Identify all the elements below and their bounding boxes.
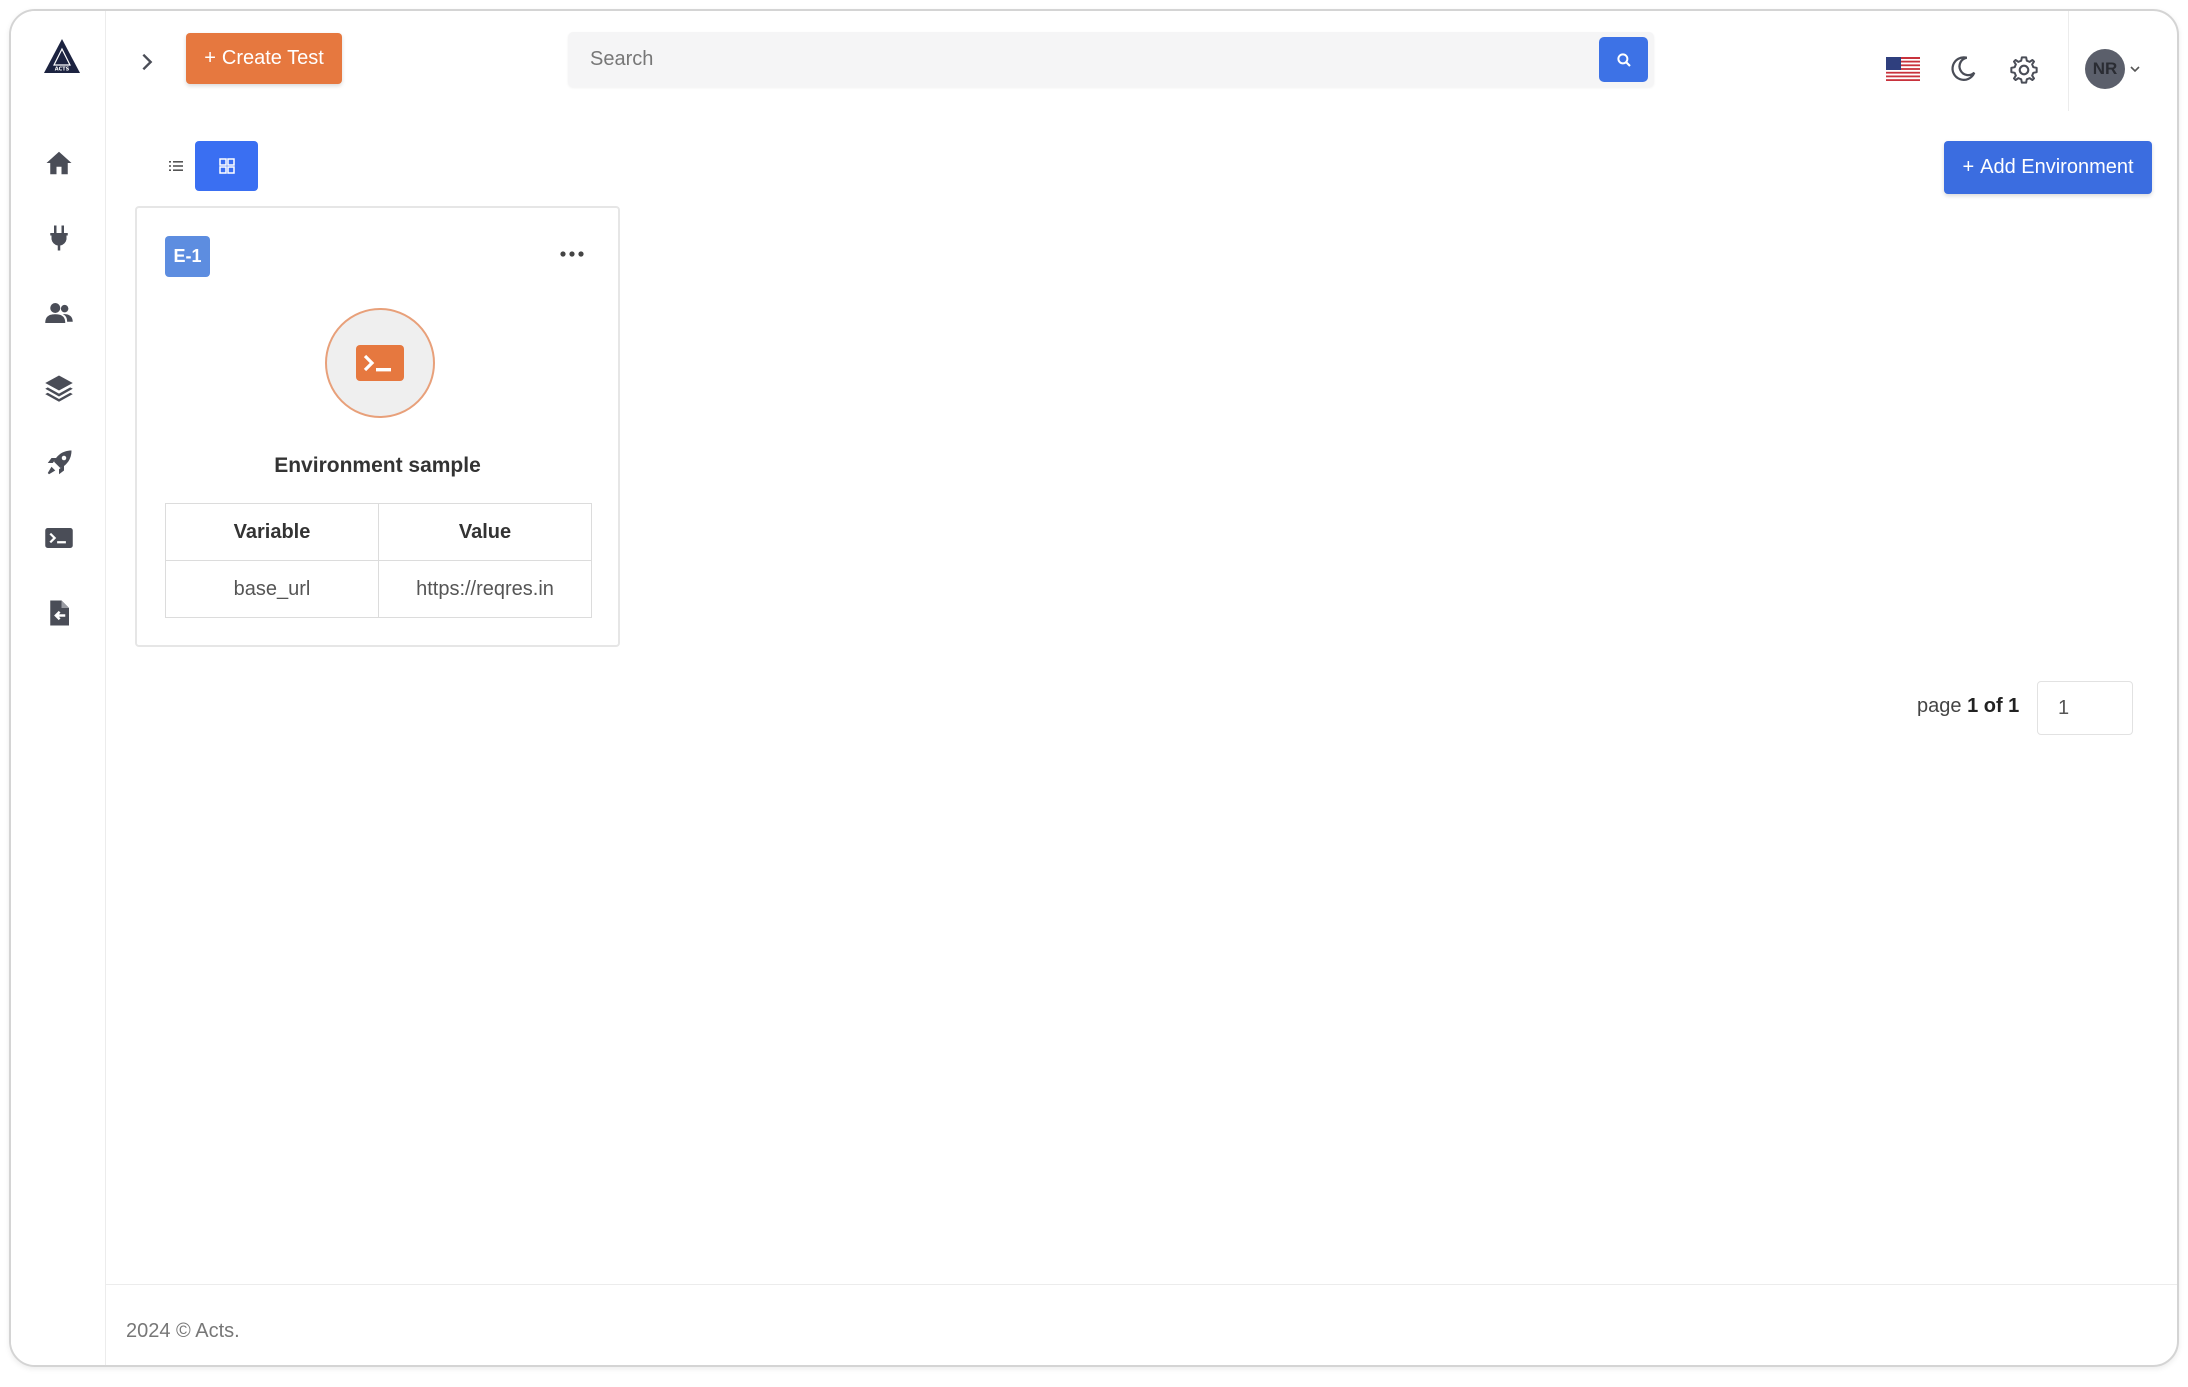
sidebar-item-layers[interactable] bbox=[37, 366, 81, 410]
users-icon bbox=[45, 303, 73, 323]
list-view-button[interactable] bbox=[156, 146, 196, 186]
acts-logo[interactable]: ACTS bbox=[42, 37, 82, 77]
sidebar-item-plugins[interactable] bbox=[37, 216, 81, 260]
chevron-down-icon[interactable] bbox=[2129, 64, 2141, 74]
create-test-button[interactable]: + Create Test bbox=[186, 33, 342, 84]
sidebar-item-environments[interactable] bbox=[37, 516, 81, 560]
layers-icon bbox=[45, 375, 73, 402]
variable-value: https://reqres.in bbox=[378, 560, 592, 618]
rocket-icon bbox=[47, 450, 72, 475]
svg-text:ACTS: ACTS bbox=[55, 67, 70, 73]
search-icon bbox=[1616, 52, 1631, 67]
top-bar: + Create Test Search NR bbox=[106, 11, 2177, 111]
pagination-label: page 1 of 1 bbox=[1917, 695, 2020, 717]
table-header-row: Variable Value bbox=[165, 503, 592, 561]
sidebar-item-home[interactable] bbox=[37, 141, 81, 185]
copyright-text: 2024 © Acts. bbox=[126, 1320, 240, 1342]
grid-icon bbox=[218, 158, 235, 174]
home-icon bbox=[46, 151, 72, 175]
plus-icon: + bbox=[1962, 156, 1975, 178]
page-number-input[interactable] bbox=[2037, 681, 2133, 735]
column-header-variable: Variable bbox=[165, 503, 379, 561]
terminal-icon bbox=[356, 345, 404, 381]
environment-card[interactable]: E-1 Environment sample Variable Value ba… bbox=[135, 206, 620, 647]
chevron-right-icon[interactable] bbox=[136, 51, 158, 73]
avatar[interactable]: NR bbox=[2085, 49, 2125, 89]
list-icon bbox=[169, 161, 183, 171]
plug-icon bbox=[50, 225, 68, 251]
search-button[interactable] bbox=[1599, 37, 1648, 82]
add-environment-button[interactable]: + Add Environment bbox=[1944, 141, 2152, 194]
sidebar-item-users[interactable] bbox=[37, 291, 81, 335]
column-header-value: Value bbox=[378, 503, 592, 561]
footer: 2024 © Acts. bbox=[106, 1284, 2177, 1365]
app-window: ACTS + Create Test Search NR + Add Envir… bbox=[9, 9, 2179, 1367]
environment-variables-table: Variable Value base_url https://reqres.i… bbox=[165, 503, 592, 618]
us-flag-icon[interactable] bbox=[1886, 57, 1920, 81]
terminal-icon bbox=[45, 528, 73, 548]
search-bar bbox=[568, 32, 1654, 87]
user-menu-divider bbox=[2068, 11, 2069, 111]
environment-id-badge: E-1 bbox=[165, 236, 210, 277]
grid-view-button[interactable] bbox=[195, 141, 258, 191]
environment-name: Environment sample bbox=[274, 454, 481, 477]
sidebar-item-reports[interactable] bbox=[37, 591, 81, 635]
sidebar-item-runs[interactable] bbox=[37, 441, 81, 485]
table-row: base_url https://reqres.in bbox=[165, 560, 592, 618]
variable-name: base_url bbox=[165, 560, 379, 618]
environment-avatar bbox=[325, 308, 435, 418]
plus-icon: + bbox=[204, 47, 216, 69]
gear-icon[interactable] bbox=[2008, 54, 2040, 86]
file-import-icon bbox=[50, 600, 69, 626]
more-options-icon[interactable] bbox=[557, 246, 587, 262]
moon-icon[interactable] bbox=[1948, 54, 1978, 84]
search-input[interactable] bbox=[568, 32, 1598, 87]
sidebar: ACTS bbox=[11, 11, 106, 1365]
